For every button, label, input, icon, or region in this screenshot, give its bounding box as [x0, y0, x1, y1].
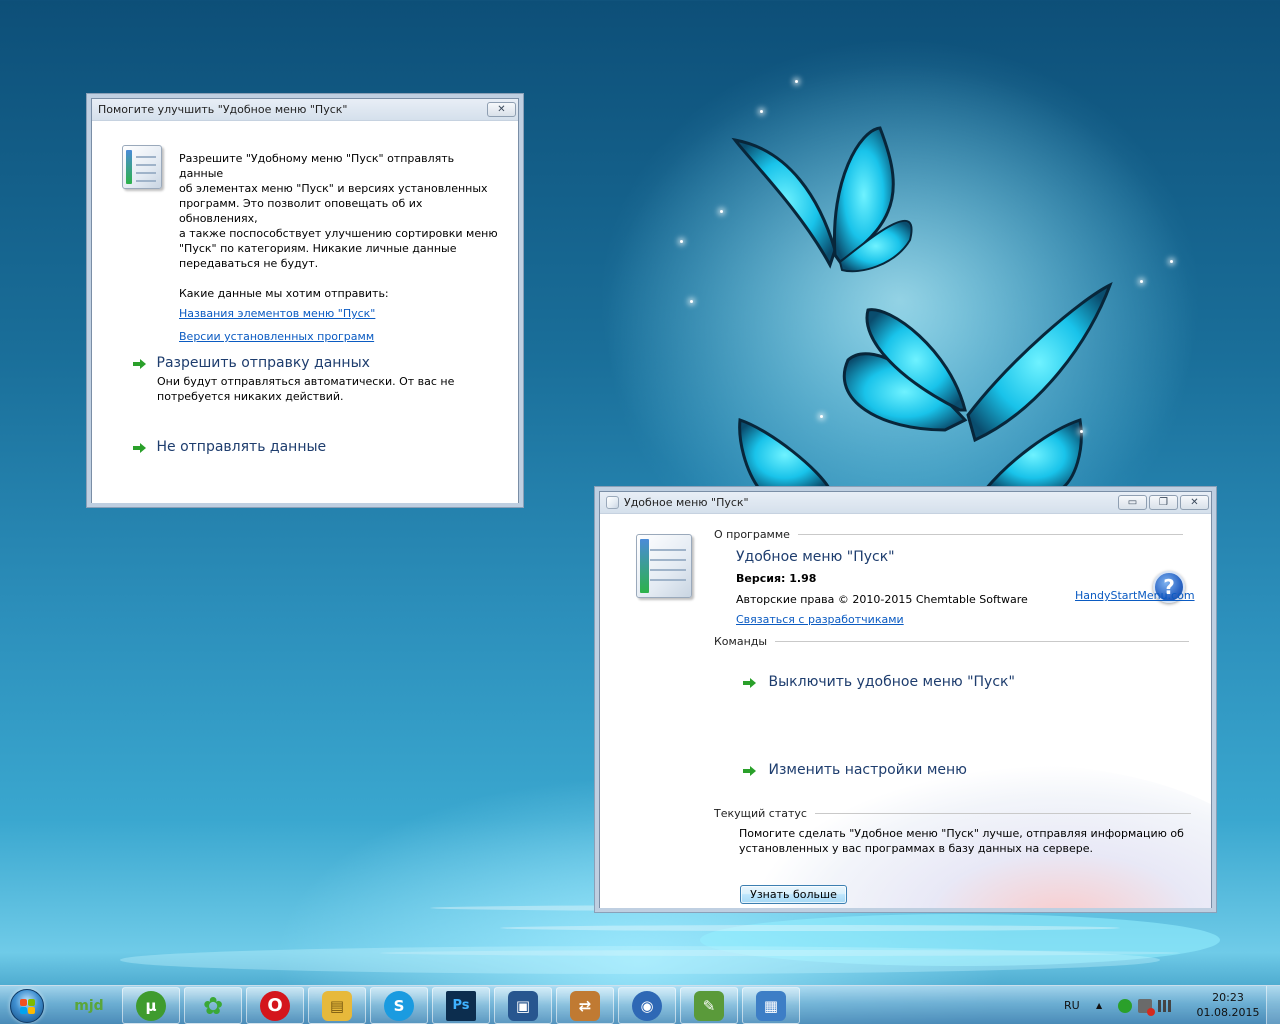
chevron-up-icon: ▲: [1096, 1001, 1103, 1010]
minimize-icon: ▭: [1127, 496, 1138, 508]
show-desktop-button[interactable]: [1266, 986, 1280, 1024]
taskbar-network-app[interactable]: ⇄: [556, 987, 614, 1024]
language-indicator[interactable]: RU: [1064, 986, 1080, 1024]
learn-more-button[interactable]: Узнать больше: [740, 885, 847, 904]
search-app-icon: ◉: [632, 990, 662, 1021]
change-settings-label: Изменить настройки меню: [768, 762, 967, 778]
website-link[interactable]: HandyStartMenu.com: [1075, 589, 1195, 602]
volume-muted-icon[interactable]: [1138, 998, 1155, 1016]
handy-start-menu-taskbar-icon: ▦: [756, 990, 786, 1021]
deny-sending-option[interactable]: Не отправлять данные: [133, 439, 326, 455]
intro-line: а также поспособствует улучшению сортиро…: [179, 227, 498, 240]
taskbar-handy-start-menu[interactable]: ▦: [742, 987, 800, 1024]
tray-icons: [1118, 986, 1174, 1024]
status-section-header: Текущий статус: [714, 807, 1191, 820]
taskbar-skype[interactable]: S: [370, 987, 428, 1024]
handy-start-menu-window: Удобное меню "Пуск" ▭ ❐ ✕ О программе Уд…: [599, 491, 1212, 908]
intro-line: программ. Это позволит оповещать об их о…: [179, 197, 423, 225]
app-name: Удобное меню "Пуск": [736, 549, 895, 565]
taskbar-icq[interactable]: ✿: [184, 987, 242, 1024]
handy-start-menu-large-icon: [636, 534, 692, 598]
help-improve-title: Помогите улучшить "Удобное меню "Пуск": [98, 103, 348, 116]
disable-menu-label: Выключить удобное меню "Пуск": [768, 674, 1015, 690]
intro-line: передаваться не будут.: [179, 257, 319, 270]
virtualbox-icon: ▣: [508, 990, 538, 1021]
installed-versions-link[interactable]: Версии установленных программ: [179, 330, 374, 343]
close-icon: ✕: [497, 103, 506, 115]
minimize-button[interactable]: ▭: [1118, 495, 1147, 510]
intro-line: "Пуск" по категориям. Никакие личные дан…: [179, 242, 457, 255]
close-icon: ✕: [1190, 496, 1199, 508]
green-arrow-icon: [133, 358, 147, 370]
taskbar-opera[interactable]: O: [246, 987, 304, 1024]
opera-icon: O: [260, 990, 290, 1021]
icq-icon: ✿: [202, 991, 224, 1020]
data-question-label: Какие данные мы хотим отправить:: [179, 287, 389, 300]
show-hidden-icons-button[interactable]: ▲: [1096, 986, 1102, 1024]
taskbar: mjd μ ✿ O ▤ S Ps ▣ ⇄ ◉ ✎ ▦ RU ▲ 20:23 01…: [0, 985, 1280, 1024]
commands-section-header: Команды: [714, 635, 1190, 648]
handy-start-menu-icon: [122, 145, 162, 189]
clock-date: 01.08.2015: [1196, 1006, 1260, 1019]
contact-developers-link[interactable]: Связаться с разработчиками: [736, 613, 904, 626]
help-improve-titlebar[interactable]: Помогите улучшить "Удобное меню "Пуск" ✕: [92, 99, 518, 121]
status-line: Помогите сделать "Удобное меню "Пуск" лу…: [739, 827, 1184, 840]
tray-app-icon[interactable]: [1118, 998, 1132, 1013]
taskbar-photoshop[interactable]: Ps: [432, 987, 490, 1024]
help-improve-dialog: Помогите улучшить "Удобное меню "Пуск" ✕…: [91, 98, 519, 503]
network-app-icon: ⇄: [570, 990, 600, 1021]
taskbar-virtualbox[interactable]: ▣: [494, 987, 552, 1024]
maximize-icon: ❐: [1159, 496, 1168, 508]
photoshop-icon: Ps: [446, 990, 476, 1021]
intro-line: об элементах меню "Пуск" и версиях устан…: [179, 182, 488, 195]
taskbar-search-app[interactable]: ◉: [618, 987, 676, 1024]
intro-line: Разрешите "Удобному меню "Пуск" отправля…: [179, 152, 455, 180]
change-settings-command[interactable]: Изменить настройки меню: [743, 762, 967, 778]
app-copyright: Авторские права © 2010-2015 Chemtable So…: [736, 593, 1028, 606]
help-improve-body: Разрешите "Удобному меню "Пуск" отправля…: [92, 121, 518, 503]
allow-desc-line: потребуется никаких действий.: [157, 390, 344, 403]
green-arrow-icon: [743, 677, 757, 689]
deny-sending-title: Не отправлять данные: [156, 439, 327, 455]
language-label: RU: [1064, 999, 1080, 1012]
utorrent-icon: μ: [136, 990, 166, 1021]
main-window-titlebar[interactable]: Удобное меню "Пуск" ▭ ❐ ✕: [600, 492, 1211, 514]
windows-logo-icon: [10, 988, 44, 1023]
taskbar-file-explorer[interactable]: ▤: [308, 987, 366, 1024]
app-version: Версия: 1.98: [736, 572, 817, 585]
taskbar-tool-app[interactable]: ✎: [680, 987, 738, 1024]
commands-section-label: Команды: [714, 635, 768, 648]
folder-icon: ▤: [322, 990, 352, 1021]
green-arrow-icon: [133, 442, 147, 454]
close-button[interactable]: ✕: [487, 102, 516, 117]
intro-text: Разрешите "Удобному меню "Пуск" отправля…: [179, 151, 499, 271]
allow-sending-option[interactable]: Разрешить отправку данных Они будут отпр…: [133, 355, 457, 404]
start-button[interactable]: [4, 987, 50, 1024]
taskbar-utorrent[interactable]: μ: [122, 987, 180, 1024]
mjd-icon: mjd: [74, 997, 104, 1014]
window-app-icon: [606, 496, 619, 509]
main-window-title: Удобное меню "Пуск": [624, 496, 749, 509]
skype-icon: S: [384, 990, 414, 1021]
about-section-label: О программе: [714, 528, 790, 541]
taskbar-mjd[interactable]: mjd: [60, 987, 118, 1024]
disable-menu-command[interactable]: Выключить удобное меню "Пуск": [743, 674, 1015, 690]
menu-items-link[interactable]: Названия элементов меню "Пуск": [179, 307, 375, 320]
status-section-label: Текущий статус: [714, 807, 807, 820]
about-section-header: О программе: [714, 528, 1183, 541]
status-message: Помогите сделать "Удобное меню "Пуск" лу…: [739, 826, 1184, 856]
allow-sending-description: Они будут отправляться автоматически. От…: [157, 374, 457, 404]
system-clock[interactable]: 20:23 01.08.2015: [1196, 990, 1260, 1020]
allow-desc-line: Они будут отправляться автоматически. От…: [157, 375, 455, 388]
allow-sending-title: Разрешить отправку данных: [156, 355, 370, 371]
main-window-body: О программе Удобное меню "Пуск" Версия: …: [600, 514, 1211, 908]
status-line: установленных у вас программах в базу да…: [739, 842, 1094, 855]
network-icon[interactable]: [1158, 999, 1174, 1012]
maximize-button[interactable]: ❐: [1149, 495, 1178, 510]
close-button[interactable]: ✕: [1180, 495, 1209, 510]
clock-time: 20:23: [1212, 991, 1244, 1004]
green-arrow-icon: [743, 765, 757, 777]
tool-app-icon: ✎: [694, 990, 724, 1021]
